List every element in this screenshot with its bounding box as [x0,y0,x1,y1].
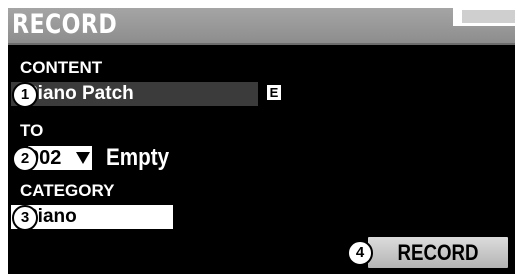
step-badge-1: 1 [12,82,38,108]
step-badge-2: 2 [12,146,38,172]
step-badge-4: 4 [347,240,373,266]
record-button[interactable]: RECORD [368,237,508,268]
to-label: TO [20,121,44,140]
category-label: CATEGORY [20,181,115,200]
content-label: CONTENT [20,58,103,77]
window-title: RECORD [12,9,118,40]
title-tab-decoration-inner [462,10,515,23]
title-bar: RECORD [8,8,515,45]
dropdown-arrow-icon[interactable] [76,152,90,164]
step-badge-3: 3 [12,205,38,231]
edited-badge: E [267,85,281,100]
content-value: Piano Patch [25,83,134,104]
content-field[interactable]: Piano Patch [11,82,258,106]
to-patch-name: Empty [106,144,170,171]
record-screen: RECORD CONTENT Piano Patch E 1 TO 002 Em… [8,8,515,274]
record-button-label: RECORD [397,240,479,265]
